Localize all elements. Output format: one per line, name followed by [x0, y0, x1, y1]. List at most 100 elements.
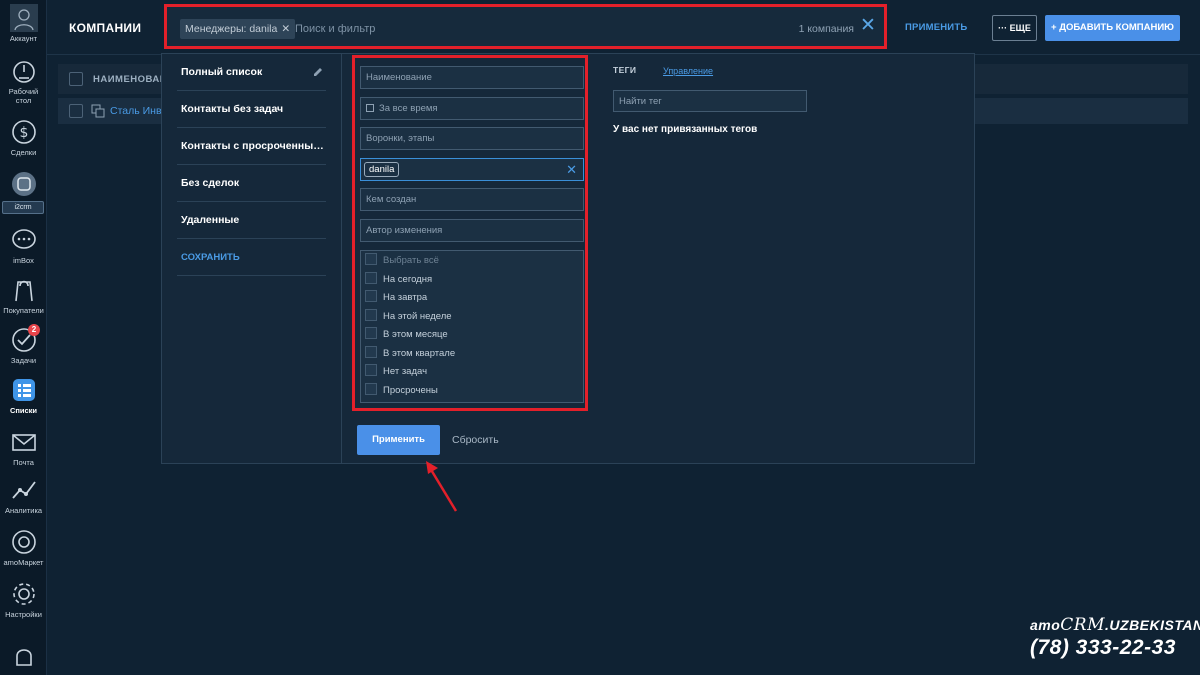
clear-manager-icon[interactable]: ✕: [566, 159, 577, 180]
task-option-today[interactable]: На сегодня: [365, 271, 432, 289]
account-icon: [9, 4, 38, 32]
name-filter-field[interactable]: Наименование: [360, 66, 584, 89]
more-label: ЕЩЕ: [1009, 23, 1031, 33]
page-title: КОМПАНИИ: [69, 21, 142, 35]
period-filter-field[interactable]: За все время: [360, 97, 584, 120]
remove-chip-icon[interactable]: ✕: [281, 23, 290, 35]
filter-fields-highlight: Наименование За все время Воронки, этапы…: [352, 55, 588, 411]
row-checkbox[interactable]: [69, 104, 83, 118]
column-name-header[interactable]: НАИМЕНОВАН: [93, 74, 167, 85]
preset-list: Полный список Контакты без задач Контакт…: [162, 54, 342, 463]
svg-text:$: $: [19, 125, 28, 141]
sidebar-item-mail[interactable]: Почта: [0, 428, 47, 467]
task-option-this-quarter[interactable]: В этом квартале: [365, 345, 455, 363]
task-option-this-month[interactable]: В этом месяце: [365, 326, 448, 344]
preset-deleted[interactable]: Удаленные: [177, 202, 326, 239]
checkbox[interactable]: [365, 290, 377, 302]
period-label: За все время: [379, 103, 438, 114]
sidebar-item-label: Рабочий стол: [8, 87, 39, 105]
sidebar-item-market[interactable]: amoМаркет: [0, 528, 47, 567]
sidebar-item-label: Почта: [13, 458, 34, 467]
pipelines-filter-field[interactable]: Воронки, этапы: [360, 127, 584, 150]
created-by-field[interactable]: Кем создан: [360, 188, 584, 211]
checkbox[interactable]: [365, 364, 377, 376]
company-icon: [91, 104, 105, 118]
sidebar-item-account[interactable]: Аккаунт: [0, 4, 47, 43]
sidebar-item-label: Задачи: [10, 356, 37, 365]
checkbox[interactable]: [365, 346, 377, 358]
left-sidebar: Аккаунт Рабочий стол $ Сделки i2crm imBo…: [0, 0, 47, 675]
sidebar-item-label: Сделки: [10, 148, 37, 157]
calendar-icon: [366, 104, 374, 112]
sidebar-item-deals[interactable]: $ Сделки: [0, 118, 47, 157]
apply-filter-link[interactable]: ПРИМЕНИТЬ: [905, 22, 967, 33]
i2crm-icon: [11, 172, 36, 196]
dashboard-icon: [12, 61, 35, 83]
select-all-checkbox[interactable]: [69, 72, 83, 86]
manager-filter-field[interactable]: danila ✕: [360, 158, 584, 181]
market-icon: [11, 530, 36, 554]
analytics-icon: [11, 481, 36, 499]
result-count: 1 компания: [798, 23, 854, 35]
lists-icon: [12, 379, 35, 401]
sidebar-item-settings[interactable]: Настройки: [0, 580, 47, 619]
task-option-select-all[interactable]: Выбрать всё: [365, 252, 439, 270]
checkbox[interactable]: [365, 253, 377, 265]
add-company-button[interactable]: + ДОБАВИТЬ КОМПАНИЮ: [1045, 15, 1180, 41]
checkbox[interactable]: [365, 327, 377, 339]
sidebar-item-label: Аналитика: [4, 506, 43, 515]
sidebar-item-label: Аккаунт: [9, 34, 38, 43]
company-name-link[interactable]: Сталь Инве: [110, 105, 167, 117]
preset-full-list[interactable]: Полный список: [177, 54, 326, 91]
clear-filter-icon[interactable]: ✕: [859, 16, 877, 36]
checkbox[interactable]: [365, 309, 377, 321]
mail-icon: [11, 434, 36, 451]
manager-tag[interactable]: danila: [364, 162, 400, 177]
no-tags-message: У вас нет привязанных тегов: [613, 124, 758, 135]
more-button[interactable]: ··· ЕЩЕ: [992, 15, 1037, 41]
sidebar-item-analytics[interactable]: Аналитика: [0, 476, 47, 515]
settings-icon: [12, 583, 35, 605]
brand-name: amoCRM.UZBEKISTAN: [1030, 615, 1200, 635]
manage-tags-link[interactable]: Управление: [663, 66, 713, 76]
tasks-checklist: Выбрать всё На сегодня На завтра На этой…: [360, 250, 584, 403]
sidebar-item-lists[interactable]: Списки: [0, 376, 47, 415]
modified-by-field[interactable]: Автор изменения: [360, 219, 584, 242]
tasks-badge: 2: [28, 324, 40, 336]
i2crm-label: i2crm: [2, 201, 44, 214]
checkbox[interactable]: [365, 383, 377, 395]
search-filter-bar[interactable]: Менеджеры: danila✕ 1 компания ✕: [164, 4, 887, 49]
brand-watermark: amoCRM.UZBEKISTAN (78) 333-22-33: [1030, 615, 1200, 660]
preset-no-tasks[interactable]: Контакты без задач: [177, 91, 326, 128]
task-option-this-week[interactable]: На этой неделе: [365, 308, 452, 326]
sidebar-item-tasks[interactable]: 2 Задачи: [0, 324, 47, 365]
task-option-no-tasks[interactable]: Нет задач: [365, 363, 427, 381]
sidebar-item-notifications[interactable]: [0, 643, 47, 673]
save-preset-button[interactable]: СОХРАНИТЬ: [177, 239, 326, 276]
bell-icon: [15, 649, 32, 666]
sidebar-item-dashboard[interactable]: Рабочий стол: [0, 57, 47, 105]
preset-overdue[interactable]: Контакты с просроченным...: [177, 128, 326, 165]
sidebar-item-imbox[interactable]: imBox: [0, 226, 47, 265]
search-input[interactable]: [295, 19, 675, 39]
task-option-overdue[interactable]: Просрочены: [365, 382, 438, 400]
deals-icon: $: [11, 120, 36, 144]
apply-button[interactable]: Применить: [357, 425, 440, 455]
task-option-tomorrow[interactable]: На завтра: [365, 289, 427, 307]
checkbox[interactable]: [365, 272, 377, 284]
sidebar-item-i2crm[interactable]: [0, 170, 47, 200]
red-arrow-annotation: [426, 461, 458, 512]
more-dots-icon: ···: [998, 23, 1010, 33]
manager-filter-chip[interactable]: Менеджеры: danila ✕: [180, 19, 296, 39]
edit-pencil-icon[interactable]: [312, 66, 324, 78]
sidebar-item-customers[interactable]: Покупатели: [0, 276, 47, 315]
sidebar-item-label: imBox: [13, 256, 34, 265]
chat-icon: [11, 229, 36, 249]
sidebar-item-label: Настройки: [5, 610, 42, 619]
customers-icon: [14, 280, 33, 302]
preset-no-deals[interactable]: Без сделок: [177, 165, 326, 202]
filter-dropdown-panel: Полный список Контакты без задач Контакт…: [161, 53, 975, 464]
plus-icon: +: [1051, 22, 1060, 33]
tag-search-input[interactable]: [613, 90, 807, 112]
reset-button[interactable]: Сбросить: [452, 434, 499, 446]
